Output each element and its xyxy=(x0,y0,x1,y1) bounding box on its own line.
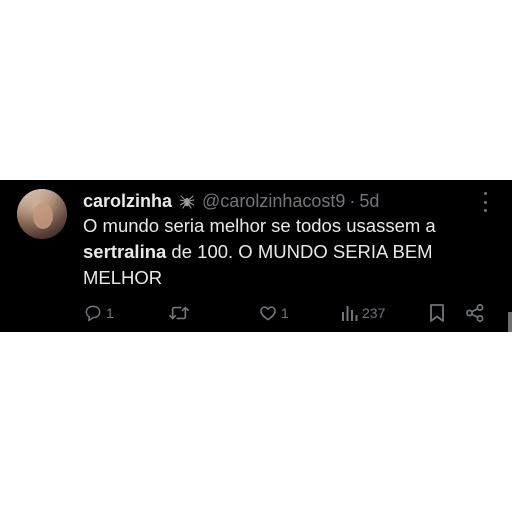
tweet-card[interactable]: carolzinha @carolzinhacost9 · 5d O mundo… xyxy=(0,180,512,332)
action-bar: 1 1 237 xyxy=(83,302,493,324)
avatar-face xyxy=(33,203,53,229)
tweet-header: carolzinha @carolzinhacost9 · 5d xyxy=(83,189,379,213)
bookmark-icon xyxy=(428,303,446,323)
reply-count: 1 xyxy=(106,305,114,321)
bookmark-button[interactable] xyxy=(428,302,446,324)
heart-icon xyxy=(258,303,278,323)
views-button[interactable]: 237 xyxy=(341,302,385,324)
tweet-text-line1: O mundo seria melhor se todos usassem a xyxy=(83,215,436,236)
tweet-text-bold: sertralina xyxy=(83,241,167,262)
reply-icon xyxy=(83,303,103,323)
share-button[interactable] xyxy=(465,302,485,324)
analytics-icon xyxy=(341,303,359,323)
like-count: 1 xyxy=(281,305,289,321)
more-options-icon[interactable] xyxy=(478,192,492,212)
separator-dot: · xyxy=(349,190,356,211)
retweet-icon xyxy=(168,303,190,323)
share-icon xyxy=(465,303,485,323)
like-button[interactable]: 1 xyxy=(258,302,289,324)
timestamp[interactable]: 5d xyxy=(359,191,379,212)
spider-icon xyxy=(178,192,196,210)
reply-button[interactable]: 1 xyxy=(83,302,114,324)
scrollbar[interactable] xyxy=(508,312,512,332)
retweet-button[interactable] xyxy=(168,302,193,324)
display-name[interactable]: carolzinha xyxy=(83,191,172,212)
views-count: 237 xyxy=(362,305,386,321)
tweet-text: O mundo seria melhor se todos usassem a … xyxy=(83,213,488,291)
avatar[interactable] xyxy=(17,189,67,239)
user-handle[interactable]: @carolzinhacost9 xyxy=(202,191,345,212)
